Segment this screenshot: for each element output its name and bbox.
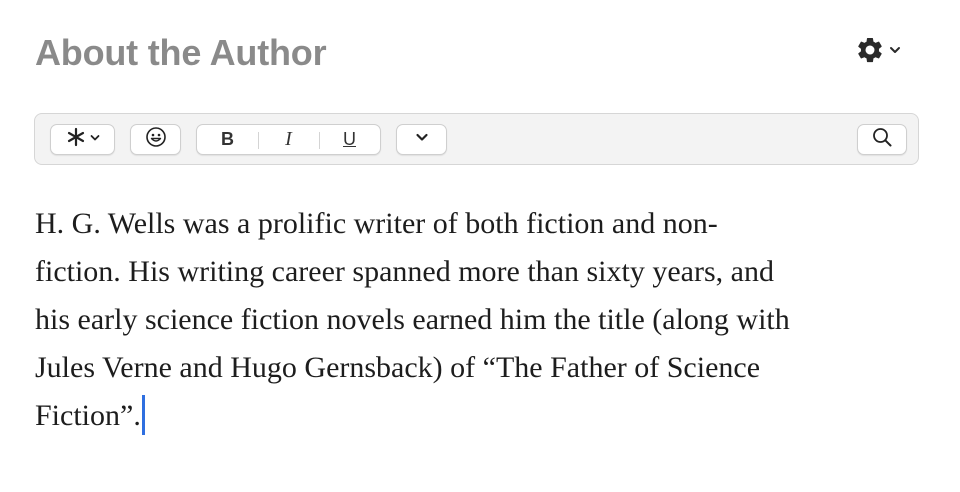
page-title: About the Author	[35, 32, 327, 73]
underline-button[interactable]: U	[319, 125, 380, 154]
paragraph-line: fiction. His writing career spanned more…	[35, 255, 774, 288]
search-button[interactable]	[857, 124, 907, 155]
text-caret	[141, 395, 145, 435]
settings-menu-button[interactable]	[855, 34, 915, 66]
bold-button[interactable]: B	[197, 125, 258, 154]
paragraph-line: H. G. Wells was a prolific writer of bot…	[35, 207, 718, 240]
text-format-group: B I U	[196, 124, 381, 155]
paragraph-line-last: Fiction”.	[35, 392, 935, 440]
italic-button[interactable]: I	[258, 125, 319, 154]
paragraph-line-text: Fiction”.	[35, 399, 141, 432]
more-options-button[interactable]	[396, 124, 447, 155]
asterisk-icon	[65, 126, 87, 153]
search-icon	[871, 126, 893, 153]
smiley-icon	[145, 126, 167, 153]
emoji-button[interactable]	[130, 124, 181, 155]
insert-menu-button[interactable]	[50, 124, 115, 155]
editor-toolbar: B I U	[34, 113, 919, 165]
chevron-down-icon	[888, 43, 902, 57]
paragraph-line: his early science fiction novels earned …	[35, 303, 790, 336]
gear-icon	[855, 35, 885, 65]
editor-content[interactable]: H. G. Wells was a prolific writer of bot…	[35, 200, 935, 440]
chevron-down-icon	[414, 129, 430, 150]
chevron-down-icon	[89, 131, 101, 149]
paragraph-line: Jules Verne and Hugo Gernsback) of “The …	[35, 351, 761, 384]
